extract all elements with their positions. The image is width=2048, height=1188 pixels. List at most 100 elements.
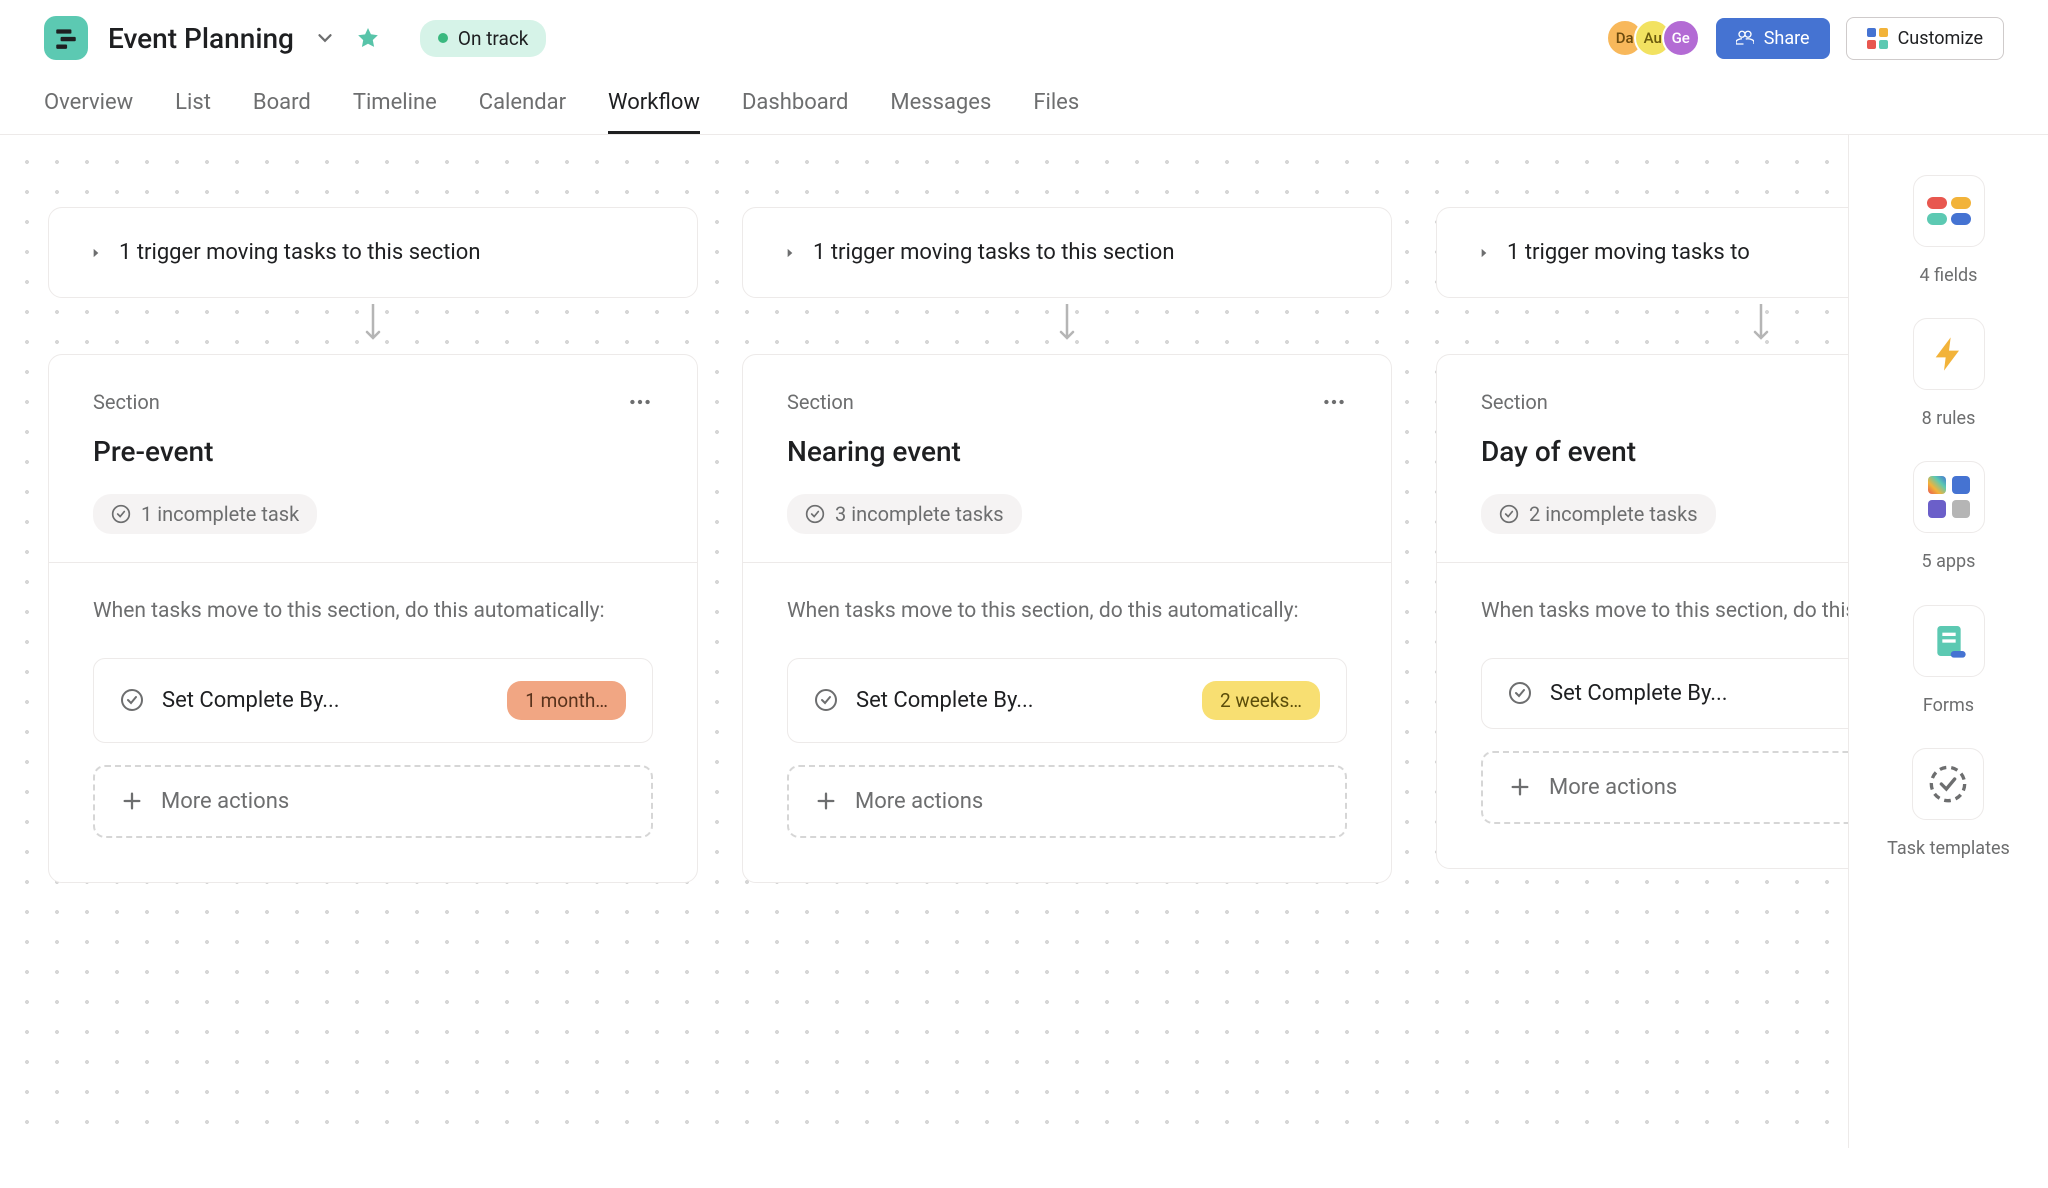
rule-text: Set Complete By... xyxy=(856,688,1184,713)
tabs: Overview List Board Timeline Calendar Wo… xyxy=(44,90,2004,134)
rule-card[interactable]: Set Complete By... xyxy=(1481,658,1848,729)
sidebar-fields-label: 4 fields xyxy=(1920,263,1978,288)
more-icon[interactable] xyxy=(1321,389,1347,415)
status-pill[interactable]: On track xyxy=(420,20,546,57)
task-count-badge[interactable]: 2 incomplete tasks xyxy=(1481,494,1716,534)
task-count-text: 1 incomplete task xyxy=(141,502,299,526)
caret-right-icon xyxy=(783,246,797,260)
workflow-column: 1 trigger moving tasks to Section Day of… xyxy=(1436,207,1848,883)
project-title[interactable]: Event Planning xyxy=(108,22,294,55)
people-icon xyxy=(1736,29,1754,47)
avatar-stack[interactable]: Da Au Ge xyxy=(1606,19,1700,57)
arrow-down-icon xyxy=(361,304,385,348)
customize-sidebar: 4 fields 8 rules 5 apps Forms xyxy=(1848,135,2048,1148)
sidebar-forms-label: Forms xyxy=(1923,693,1974,718)
template-icon xyxy=(1928,764,1968,804)
share-label: Share xyxy=(1764,28,1810,49)
check-circle-icon xyxy=(805,504,825,524)
sidebar-fields[interactable]: 4 fields xyxy=(1913,175,1985,288)
caret-right-icon xyxy=(89,246,103,260)
arrow-down-icon xyxy=(1055,304,1079,348)
more-actions-label: More actions xyxy=(161,789,289,814)
workflow-column: 1 trigger moving tasks to this section S… xyxy=(742,207,1392,883)
customize-icon xyxy=(1867,28,1888,49)
tab-timeline[interactable]: Timeline xyxy=(353,90,437,134)
more-actions-label: More actions xyxy=(855,789,983,814)
automation-text: When tasks move to this section, do this… xyxy=(1481,595,1848,628)
rule-text: Set Complete By... xyxy=(1550,681,1848,706)
tab-messages[interactable]: Messages xyxy=(890,90,991,134)
tab-calendar[interactable]: Calendar xyxy=(479,90,566,134)
customize-button[interactable]: Customize xyxy=(1846,17,2004,60)
tab-files[interactable]: Files xyxy=(1033,90,1079,134)
rule-text: Set Complete By... xyxy=(162,688,489,713)
section-card: Section Day of event 2 incomplete tasks … xyxy=(1436,354,1848,869)
more-actions-button[interactable]: More actions xyxy=(787,765,1347,838)
apps-icon xyxy=(1928,476,1970,518)
more-actions-button[interactable]: More actions xyxy=(1481,751,1848,824)
automation-text: When tasks move to this section, do this… xyxy=(787,595,1347,628)
workflow-canvas[interactable]: 1 trigger moving tasks to this section S… xyxy=(0,135,1848,1148)
check-circle-icon xyxy=(120,688,144,712)
chevron-down-icon[interactable] xyxy=(314,27,336,49)
tab-list[interactable]: List xyxy=(175,90,211,134)
tab-workflow[interactable]: Workflow xyxy=(608,90,700,134)
automation-text: When tasks move to this section, do this… xyxy=(93,595,653,628)
section-title[interactable]: Day of event xyxy=(1481,435,1848,468)
form-icon xyxy=(1929,621,1969,661)
tab-board[interactable]: Board xyxy=(253,90,311,134)
more-actions-button[interactable]: More actions xyxy=(93,765,653,838)
check-circle-icon xyxy=(1508,681,1532,705)
task-count-text: 2 incomplete tasks xyxy=(1529,502,1698,526)
more-icon[interactable] xyxy=(627,389,653,415)
status-text: On track xyxy=(458,27,528,50)
rule-card[interactable]: Set Complete By... 2 weeks… xyxy=(787,658,1347,743)
plus-icon xyxy=(121,790,143,812)
trigger-text: 1 trigger moving tasks to xyxy=(1507,240,1750,265)
sidebar-rules-label: 8 rules xyxy=(1922,406,1976,431)
workflow-column: 1 trigger moving tasks to this section S… xyxy=(48,207,698,883)
trigger-card[interactable]: 1 trigger moving tasks to this section xyxy=(48,207,698,298)
tab-overview[interactable]: Overview xyxy=(44,90,133,134)
arrow-down-icon xyxy=(1749,304,1773,348)
rule-badge: 2 weeks… xyxy=(1202,681,1320,720)
header: Event Planning On track Da Au Ge Share xyxy=(0,0,2048,134)
avatar[interactable]: Ge xyxy=(1662,19,1700,57)
task-count-badge[interactable]: 3 incomplete tasks xyxy=(787,494,1022,534)
sidebar-templates[interactable]: Task templates xyxy=(1887,748,2010,861)
section-title[interactable]: Pre-event xyxy=(93,435,653,468)
section-card: Section Nearing event 3 incomplete tasks… xyxy=(742,354,1392,883)
task-count-text: 3 incomplete tasks xyxy=(835,502,1004,526)
status-dot-icon xyxy=(438,33,448,43)
sidebar-rules[interactable]: 8 rules xyxy=(1913,318,1985,431)
check-circle-icon xyxy=(111,504,131,524)
section-card: Section Pre-event 1 incomplete task When… xyxy=(48,354,698,883)
star-icon[interactable] xyxy=(356,26,380,50)
check-circle-icon xyxy=(1499,504,1519,524)
lightning-icon xyxy=(1929,334,1969,374)
plus-icon xyxy=(1509,776,1531,798)
project-icon xyxy=(44,16,88,60)
sidebar-apps-label: 5 apps xyxy=(1922,549,1976,574)
section-title[interactable]: Nearing event xyxy=(787,435,1347,468)
sidebar-apps[interactable]: 5 apps xyxy=(1913,461,1985,574)
trigger-text: 1 trigger moving tasks to this section xyxy=(813,240,1174,265)
section-label: Section xyxy=(93,390,160,414)
tab-dashboard[interactable]: Dashboard xyxy=(742,90,848,134)
caret-right-icon xyxy=(1477,246,1491,260)
sidebar-forms[interactable]: Forms xyxy=(1913,605,1985,718)
section-label: Section xyxy=(787,390,854,414)
rule-badge: 1 month… xyxy=(507,681,626,720)
share-button[interactable]: Share xyxy=(1716,18,1830,59)
plus-icon xyxy=(815,790,837,812)
sidebar-templates-label: Task templates xyxy=(1887,836,2010,861)
trigger-card[interactable]: 1 trigger moving tasks to xyxy=(1436,207,1848,298)
task-count-badge[interactable]: 1 incomplete task xyxy=(93,494,317,534)
fields-icon xyxy=(1927,197,1971,225)
check-circle-icon xyxy=(814,688,838,712)
section-label: Section xyxy=(1481,390,1548,414)
trigger-card[interactable]: 1 trigger moving tasks to this section xyxy=(742,207,1392,298)
rule-card[interactable]: Set Complete By... 1 month… xyxy=(93,658,653,743)
more-actions-label: More actions xyxy=(1549,775,1677,800)
customize-label: Customize xyxy=(1898,28,1983,49)
